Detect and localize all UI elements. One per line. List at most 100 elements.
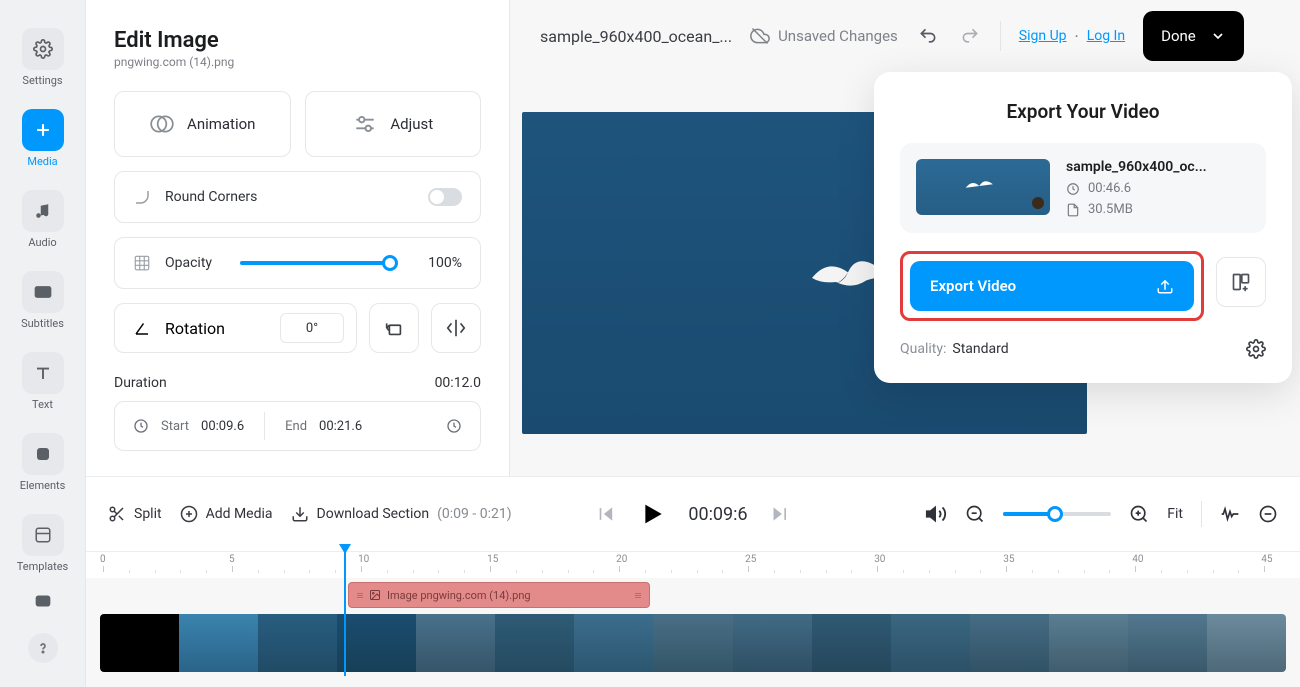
split-button[interactable]: Split [108,505,162,523]
clip-left-handle[interactable] [357,593,363,598]
opacity-slider[interactable] [240,261,390,265]
split-label: Split [134,506,162,522]
export-highlight: Export Video [900,251,1204,321]
rotate-left-button[interactable] [369,303,419,353]
undo-button[interactable] [916,26,940,46]
quality-settings-button[interactable] [1246,339,1266,359]
export-thumbnail [916,159,1050,215]
export-options-button[interactable] [1216,257,1266,307]
zoom-slider[interactable] [1003,512,1111,516]
end-value[interactable]: 00:21.6 [319,419,362,434]
divider [1000,21,1001,51]
rotation-card: Rotation [114,303,357,353]
sidebar-item-subtitles[interactable]: Subtitles [21,271,64,330]
quality-value: Standard [952,341,1008,357]
log-in-link[interactable]: Log In [1087,28,1125,44]
templates-icon [34,526,52,544]
export-quality-row: Quality: Standard [900,339,1266,359]
animation-button[interactable]: Animation [114,91,291,157]
rotation-input[interactable] [280,313,344,343]
round-corners-toggle[interactable] [428,188,462,206]
export-video-button[interactable]: Export Video [910,261,1194,311]
divider [1201,501,1202,527]
download-section-label: Download Section [317,506,430,522]
clock-icon [1066,182,1080,196]
clip-right-handle[interactable] [635,593,641,598]
gear-icon [33,39,53,59]
sidebar-item-text[interactable]: Text [22,352,64,411]
adjust-icon [352,111,378,137]
upload-icon [1156,277,1174,295]
unsaved-status: Unsaved Changes [750,26,898,46]
export-popover: Export Your Video sample_960x400_oc... 0… [874,72,1292,383]
cloud-off-icon [750,26,770,46]
export-summary-card: sample_960x400_oc... 00:46.6 30.5MB [900,143,1266,233]
sidebar-label: Media [27,155,57,168]
panel-subtitle: pngwing.com (14).png [114,55,481,69]
volume-button[interactable] [925,503,947,525]
project-name[interactable]: sample_960x400_ocean_... [540,27,732,46]
dot: · [1075,27,1079,46]
video-track[interactable] [100,614,1286,672]
duration-card: Start 00:09.6 End 00:21.6 [114,401,481,451]
scissors-icon [108,505,126,523]
export-size: 30.5MB [1088,202,1133,217]
adjust-label: Adjust [390,115,433,133]
done-label: Done [1161,27,1196,45]
add-media-button[interactable]: Add Media [180,505,273,523]
sidebar-item-elements[interactable]: Elements [20,433,66,492]
zoom-out-button[interactable] [965,504,985,524]
opacity-label: Opacity [165,255,212,271]
flip-button[interactable] [431,303,481,353]
export-duration: 00:46.6 [1088,181,1131,196]
image-icon [369,589,381,601]
left-sidebar: Settings Media Audio Subtitles Text Elem… [0,0,86,687]
zoom-in-button[interactable] [1129,504,1149,524]
fit-button[interactable]: Fit [1167,506,1183,522]
sidebar-label: Templates [17,560,68,573]
more-icon [32,592,54,610]
sidebar-item-more[interactable] [22,591,64,611]
download-section-button[interactable]: Download Section (0:09 - 0:21) [291,505,512,523]
image-clip[interactable]: Image pngwing.com (14).png [348,582,650,608]
sidebar-item-templates[interactable]: Templates [17,514,68,573]
animation-icon [149,111,175,137]
rotation-label: Rotation [165,319,225,338]
opacity-value: 100% [422,255,462,271]
panel-title: Edit Image [114,28,481,53]
subtitles-icon [33,284,53,300]
rotate-left-icon [383,317,405,339]
skip-back-button[interactable] [596,504,616,524]
redo-button[interactable] [958,26,982,46]
plus-icon [33,120,53,140]
sign-up-link[interactable]: Sign Up [1019,28,1067,44]
shapes-icon [34,445,52,463]
sidebar-label: Settings [22,74,62,87]
skip-forward-button[interactable] [770,504,790,524]
waveform-button[interactable] [1220,504,1240,524]
sidebar-item-media[interactable]: Media [22,109,64,168]
opacity-icon [133,254,151,272]
collapse-button[interactable] [1258,504,1278,524]
adjust-button[interactable]: Adjust [305,91,482,157]
timecode: 00:09:6 [688,504,747,525]
music-note-icon [34,202,52,220]
top-bar: sample_960x400_ocean_... Unsaved Changes… [510,0,1300,72]
duration-label: Duration [114,375,167,391]
done-button[interactable]: Done [1143,11,1244,61]
file-icon [1066,203,1080,217]
sidebar-label: Text [32,398,53,411]
start-value[interactable]: 00:09.6 [201,419,244,434]
export-button-label: Export Video [930,277,1016,295]
sidebar-item-settings[interactable]: Settings [22,28,64,87]
sidebar-item-audio[interactable]: Audio [22,190,64,249]
help-button[interactable] [28,633,58,663]
sidebar-label: Audio [28,236,56,249]
timeline-ruler[interactable]: 051015202530354045 [86,552,1300,578]
add-media-label: Add Media [206,506,273,522]
download-icon [291,505,309,523]
angle-icon [133,319,151,337]
play-button[interactable] [638,500,666,528]
chevron-down-icon [1210,28,1226,44]
opacity-card: Opacity 100% [114,237,481,289]
